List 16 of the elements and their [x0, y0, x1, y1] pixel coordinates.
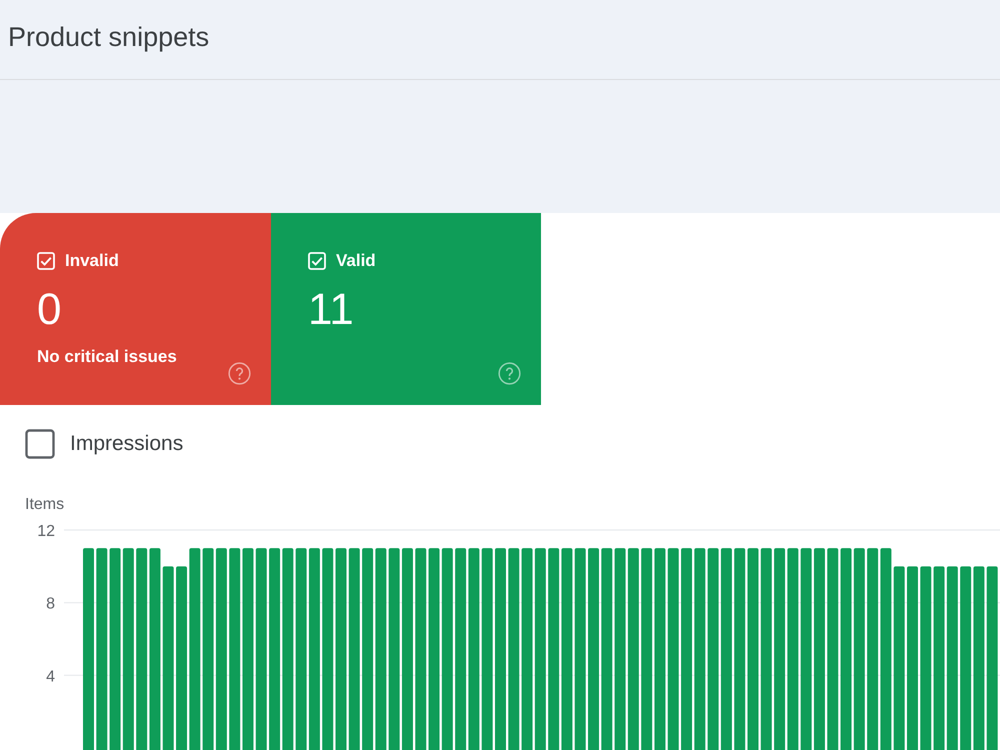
- status-count: 0: [37, 286, 62, 334]
- page-title: Product snippets: [8, 20, 210, 54]
- help-icon[interactable]: [228, 362, 251, 385]
- status-note: No critical issues: [37, 346, 177, 368]
- axis-tick-label: 4: [46, 668, 55, 686]
- status-label: Valid: [336, 250, 376, 272]
- help-icon[interactable]: [498, 362, 521, 385]
- status-count: 11: [308, 286, 355, 334]
- status-label: Invalid: [65, 250, 119, 272]
- status-card[interactable]: Valid 11: [271, 213, 541, 405]
- axis-tick-label: 8: [46, 596, 55, 613]
- checkbox[interactable]: [25, 429, 55, 459]
- axis-title: Items: [25, 496, 64, 514]
- status-card[interactable]: Invalid 0 No critical issues: [0, 213, 271, 405]
- impressions-label: Impressions: [70, 431, 184, 457]
- axis-tick-label: 12: [37, 523, 55, 540]
